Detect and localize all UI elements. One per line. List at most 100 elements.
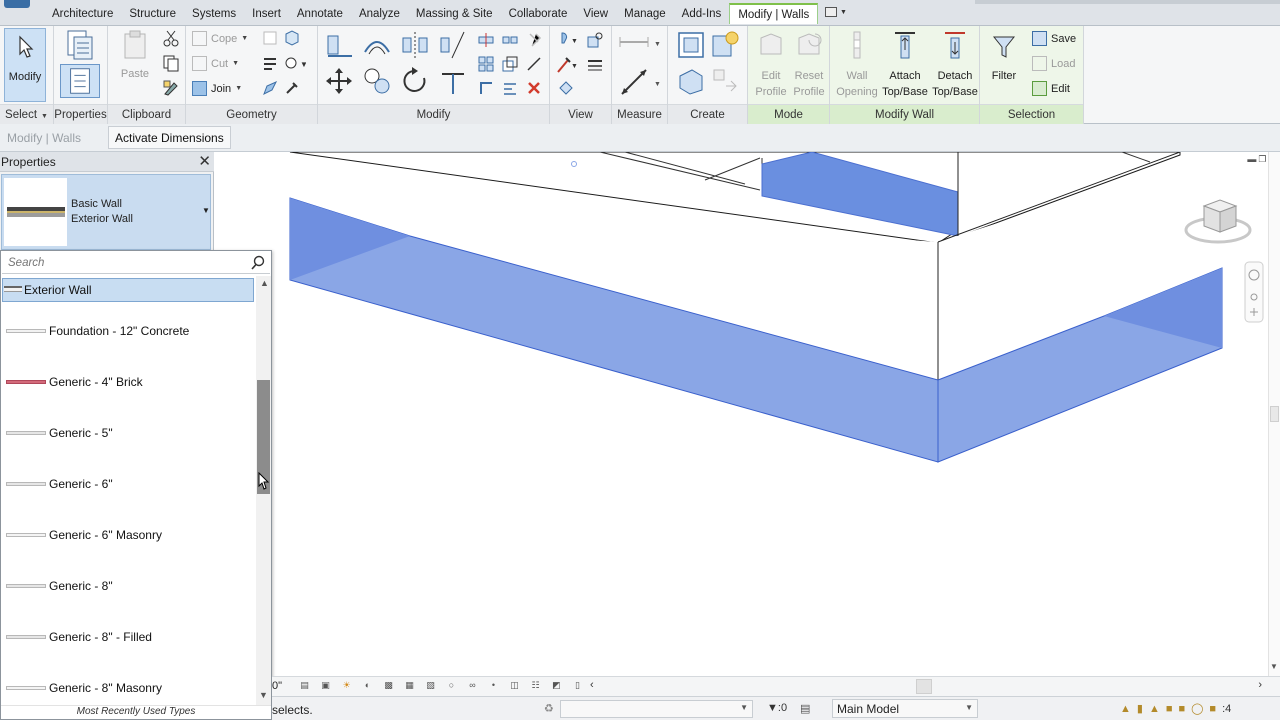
temporary-hide-icon[interactable]: ∞ [466,679,479,692]
select-dropdown[interactable]: Select ▼ [0,104,53,124]
worksharing-display-icon[interactable]: ◫ [508,679,521,692]
viewport-vertical-scrollbar[interactable]: ▼ [1268,152,1280,676]
tab-analyze[interactable]: Analyze [351,4,408,24]
list-item[interactable]: Generic - 4" Brick [2,364,255,415]
scroll-down-icon[interactable]: ▼ [259,690,268,700]
list-item[interactable]: Foundation - 12" Concrete [2,313,255,364]
render-icon[interactable]: ▩ [382,679,395,692]
aligned-dimension-icon[interactable]: ▼ [618,64,662,98]
list-item[interactable]: Generic - 8" - Filled [2,619,255,670]
demolish-icon[interactable] [284,80,300,96]
align-icon[interactable] [262,55,278,71]
tab-architecture[interactable]: Architecture [44,4,121,24]
list-item[interactable]: Generic - 6" Masonry [2,517,255,568]
design-options-icon[interactable]: ▤ [800,702,810,715]
tab-view[interactable]: View [575,4,616,24]
tab-structure[interactable]: Structure [121,4,184,24]
join-button[interactable]: Join ▼ [192,81,242,96]
chevron-right-icon[interactable]: › [1258,679,1262,691]
thin-lines-icon[interactable] [586,56,604,74]
search-icon[interactable] [250,255,266,271]
wall-joins-icon[interactable] [284,30,300,46]
type-list-scrollbar[interactable]: ▲ ▼ [256,276,271,706]
navigation-bar[interactable] [1244,261,1264,323]
match-type-icon[interactable] [162,79,180,97]
list-item[interactable]: Generic - 8" [2,568,255,619]
copy-icon[interactable] [162,54,180,72]
tab-add-ins[interactable]: Add-Ins [674,4,730,24]
type-search-input[interactable] [2,252,248,273]
tab-modify-walls[interactable]: Modify | Walls [729,3,819,24]
scale-icon[interactable] [502,56,518,72]
trim-extend-icon[interactable] [438,66,468,96]
model-view-canvas[interactable] [215,152,1268,676]
create-similar-icon[interactable] [710,66,740,96]
hide-in-view-icon[interactable]: ▼ [556,31,580,49]
reveal-constraints-icon[interactable]: ▯ [571,679,584,692]
list-item-selected[interactable]: Exterior Wall [2,278,254,302]
tab-systems[interactable]: Systems [184,4,244,24]
ribbon-display-toggle-icon[interactable]: ▼ [825,7,847,19]
mirror-draw-icon[interactable] [438,30,468,60]
measure-between-icon[interactable]: ▼ [618,34,662,50]
detail-level-icon[interactable]: ▤ [298,679,311,692]
view-scale[interactable]: 0" [272,680,282,692]
worksets-icon[interactable]: ♻ [544,702,554,715]
list-item[interactable]: Generic - 5" [2,415,255,466]
linework-icon[interactable]: ▼ [556,56,580,74]
show-crop-icon[interactable]: ▧ [424,679,437,692]
filter-count[interactable]: ▼:0 [767,702,787,714]
split-face-icon[interactable] [262,30,278,46]
array-icon[interactable] [478,56,494,72]
selection-toggle-icons[interactable]: ▲▮▲■■◯■:4 [1120,702,1231,715]
split-element-icon[interactable] [478,32,494,48]
analytical-model-icon[interactable]: ☷ [529,679,542,692]
edit-selection-button[interactable]: Edit [1032,81,1070,96]
align-tool-icon[interactable] [324,30,354,60]
tab-manage[interactable]: Manage [616,4,674,24]
cut-geometry-button[interactable]: Cut ▼ [192,56,239,71]
create-part-icon[interactable] [676,30,706,60]
sun-path-icon[interactable]: ☀ [340,679,353,692]
save-selection-button[interactable]: Save [1032,31,1076,46]
override-graphics-icon[interactable] [586,31,604,49]
unpin-icon[interactable] [526,56,542,72]
visual-style-icon[interactable]: ▣ [319,679,332,692]
create-group-icon[interactable] [710,30,740,60]
highlight-displacement-icon[interactable]: ◩ [550,679,563,692]
list-item[interactable]: Generic - 6" [2,466,255,517]
reveal-hidden-icon[interactable]: • [487,679,500,692]
design-option-dropdown[interactable]: Main Model ▼ [832,699,978,718]
type-properties-icon[interactable] [64,29,96,61]
3d-viewport[interactable]: ▬❐✕ [215,152,1280,676]
paint-bucket-icon[interactable] [556,80,574,98]
shadows-icon[interactable]: ◐ [361,679,374,692]
crop-view-icon[interactable]: ▦ [403,679,416,692]
lock-view-icon[interactable]: ○ [445,679,458,692]
tab-collaborate[interactable]: Collaborate [501,4,576,24]
edit-wall-icon[interactable] [262,80,278,96]
chevron-left-icon[interactable]: ‹ [590,679,594,691]
type-selector[interactable]: Basic Wall Exterior Wall ▼ [1,174,211,250]
active-workset-dropdown[interactable]: ▼ [560,700,753,718]
offset-icon[interactable] [362,30,392,60]
chevron-down-icon[interactable]: ▼ [202,206,210,215]
properties-palette-icon[interactable] [60,64,100,98]
tab-insert[interactable]: Insert [244,4,289,24]
copy-element-icon[interactable] [362,66,392,96]
modify-button[interactable]: Modify [4,28,46,102]
pin-icon[interactable] [526,32,542,48]
tab-massing-site[interactable]: Massing & Site [408,4,501,24]
mirror-axis-icon[interactable] [400,30,430,60]
trim-multiple-icon[interactable] [502,80,518,96]
create-assembly-icon[interactable] [676,66,706,96]
tab-annotate[interactable]: Annotate [289,4,351,24]
application-menu-icon[interactable] [4,0,30,8]
scroll-up-icon[interactable]: ▲ [260,278,269,288]
move-icon[interactable] [324,66,354,96]
horizontal-scroll-thumb[interactable] [916,679,932,694]
load-selection-button[interactable]: Load [1032,56,1075,71]
rotate-icon[interactable] [400,66,430,96]
delete-icon[interactable] [526,80,542,96]
trim-corner-icon[interactable] [478,80,494,96]
